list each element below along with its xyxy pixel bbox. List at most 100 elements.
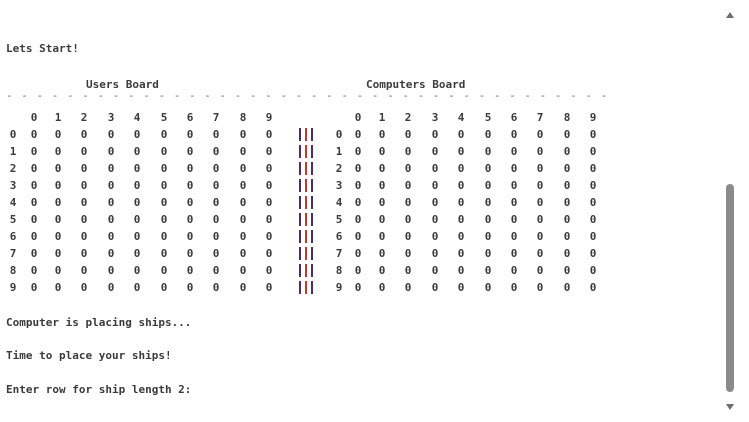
player-cell: 0 — [54, 128, 62, 141]
computer-board-title: Computers Board — [366, 78, 466, 91]
computer-cell: 0 — [457, 196, 465, 209]
computer-cell: 0 — [484, 230, 492, 243]
scrollbar-thumb[interactable] — [726, 184, 734, 392]
board-separator — [297, 177, 315, 194]
player-cell: 0 — [212, 264, 220, 277]
player-column-header: 8 — [239, 111, 247, 124]
board-row: 6000000000060000000000 — [6, 228, 616, 245]
computer-cell: 0 — [457, 179, 465, 192]
player-cell: 0 — [212, 162, 220, 175]
player-cell: 0 — [265, 196, 273, 209]
separator-bar — [299, 145, 301, 158]
computer-cell: 0 — [510, 128, 518, 141]
computer-column-header: 9 — [589, 111, 597, 124]
player-cell: 0 — [160, 196, 168, 209]
separator-bar — [305, 162, 307, 175]
vertical-scrollbar[interactable] — [725, 12, 737, 410]
player-cell: 0 — [239, 213, 247, 226]
player-cell: 0 — [160, 145, 168, 158]
computer-cell: 0 — [431, 264, 439, 277]
computer-cell: 0 — [431, 162, 439, 175]
scroll-up-arrow-icon[interactable] — [726, 12, 734, 18]
computer-row-label: 3 — [335, 179, 343, 192]
player-column-header: 7 — [212, 111, 220, 124]
player-cell: 0 — [107, 179, 115, 192]
player-cell: 0 — [212, 213, 220, 226]
computer-cell: 0 — [563, 247, 571, 260]
player-cell: 0 — [265, 213, 273, 226]
computer-cell: 0 — [484, 264, 492, 277]
computer-cell: 0 — [563, 179, 571, 192]
player-row-label: 0 — [9, 128, 17, 141]
separator-bar — [305, 213, 307, 226]
player-row-label: 2 — [9, 162, 17, 175]
board-separator — [297, 228, 315, 245]
separator-bar — [299, 230, 301, 243]
computer-cell: 0 — [484, 162, 492, 175]
computer-cell: 0 — [536, 145, 544, 158]
separator-bar — [311, 179, 313, 192]
player-cell: 0 — [265, 230, 273, 243]
separator-bar — [299, 128, 301, 141]
player-cell: 0 — [80, 179, 88, 192]
board-row: 3000000000030000000000 — [6, 177, 616, 194]
computer-cell: 0 — [510, 247, 518, 260]
player-cell: 0 — [265, 162, 273, 175]
player-cell: 0 — [186, 196, 194, 209]
player-column-header: 9 — [265, 111, 273, 124]
computer-column-header: 7 — [536, 111, 544, 124]
separator-bar — [299, 162, 301, 175]
player-cell: 0 — [54, 281, 62, 294]
computer-cell: 0 — [404, 213, 412, 226]
player-cell: 0 — [239, 247, 247, 260]
player-cell: 0 — [160, 281, 168, 294]
player-cell: 0 — [30, 264, 38, 277]
player-cell: 0 — [133, 247, 141, 260]
computer-cell: 0 — [354, 281, 362, 294]
player-cell: 0 — [54, 213, 62, 226]
start-message: Lets Start! — [6, 42, 79, 55]
computer-cell: 0 — [563, 162, 571, 175]
board-row: 9000000000090000000000 — [6, 279, 616, 296]
status-your-turn: Time to place your ships! — [6, 349, 172, 362]
computer-cell: 0 — [431, 247, 439, 260]
computer-cell: 0 — [589, 264, 597, 277]
computer-cell: 0 — [589, 196, 597, 209]
player-cell: 0 — [133, 128, 141, 141]
board-separator — [297, 143, 315, 160]
player-cell: 0 — [212, 128, 220, 141]
player-cell: 0 — [265, 179, 273, 192]
player-cell: 0 — [80, 264, 88, 277]
computer-cell: 0 — [431, 196, 439, 209]
player-column-header: 4 — [133, 111, 141, 124]
computer-cell: 0 — [354, 179, 362, 192]
computer-row-label: 2 — [335, 162, 343, 175]
computer-cell: 0 — [457, 247, 465, 260]
computer-column-header: 3 — [431, 111, 439, 124]
player-cell: 0 — [239, 128, 247, 141]
separator-bar — [305, 179, 307, 192]
computer-row-label: 4 — [335, 196, 343, 209]
computer-cell: 0 — [563, 128, 571, 141]
player-cell: 0 — [186, 264, 194, 277]
separator-bar — [305, 230, 307, 243]
player-cell: 0 — [80, 128, 88, 141]
status-computer-placing: Computer is placing ships... — [6, 316, 192, 329]
computer-row-label: 7 — [335, 247, 343, 260]
computer-cell: 0 — [589, 162, 597, 175]
player-cell: 0 — [30, 281, 38, 294]
player-row-label: 6 — [9, 230, 17, 243]
player-cell: 0 — [212, 196, 220, 209]
scroll-down-arrow-icon[interactable] — [726, 404, 734, 410]
computer-cell: 0 — [484, 281, 492, 294]
computer-cell: 0 — [404, 145, 412, 158]
computer-cell: 0 — [431, 128, 439, 141]
computer-cell: 0 — [563, 196, 571, 209]
computer-cell: 0 — [563, 281, 571, 294]
player-cell: 0 — [186, 213, 194, 226]
computer-cell: 0 — [457, 230, 465, 243]
computer-column-header: 4 — [457, 111, 465, 124]
player-cell: 0 — [160, 230, 168, 243]
player-cell: 0 — [80, 247, 88, 260]
computer-cell: 0 — [563, 213, 571, 226]
